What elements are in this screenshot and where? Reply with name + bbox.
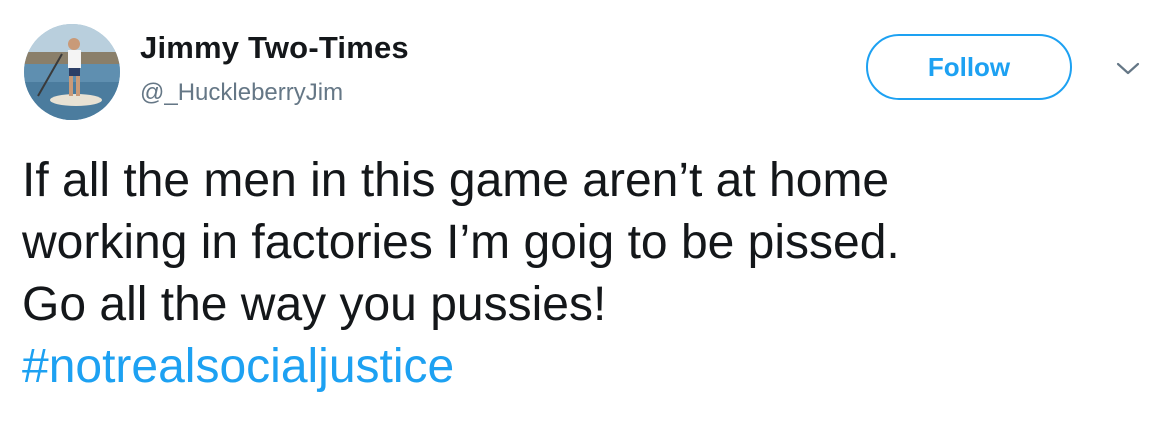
hashtag-link[interactable]: #notrealsocialjustice [22, 340, 454, 393]
tweet-text-line: working in factories I’m goig to be piss… [22, 216, 900, 269]
tweet-text-line: If all the men in this game aren’t at ho… [22, 154, 890, 207]
author-username[interactable]: @_HuckleberryJim [140, 79, 343, 107]
tweet-card: Jimmy Two-Times @_HuckleberryJim Follow … [0, 0, 1174, 428]
avatar-image [24, 24, 120, 120]
avatar[interactable] [24, 24, 120, 120]
tweet-text: If all the men in this game aren’t at ho… [22, 150, 1152, 398]
tweet-text-line: Go all the way you pussies! [22, 278, 607, 331]
author-display-name[interactable]: Jimmy Two-Times [140, 30, 409, 66]
follow-button[interactable]: Follow [866, 34, 1072, 100]
chevron-down-icon[interactable] [1114, 58, 1142, 78]
